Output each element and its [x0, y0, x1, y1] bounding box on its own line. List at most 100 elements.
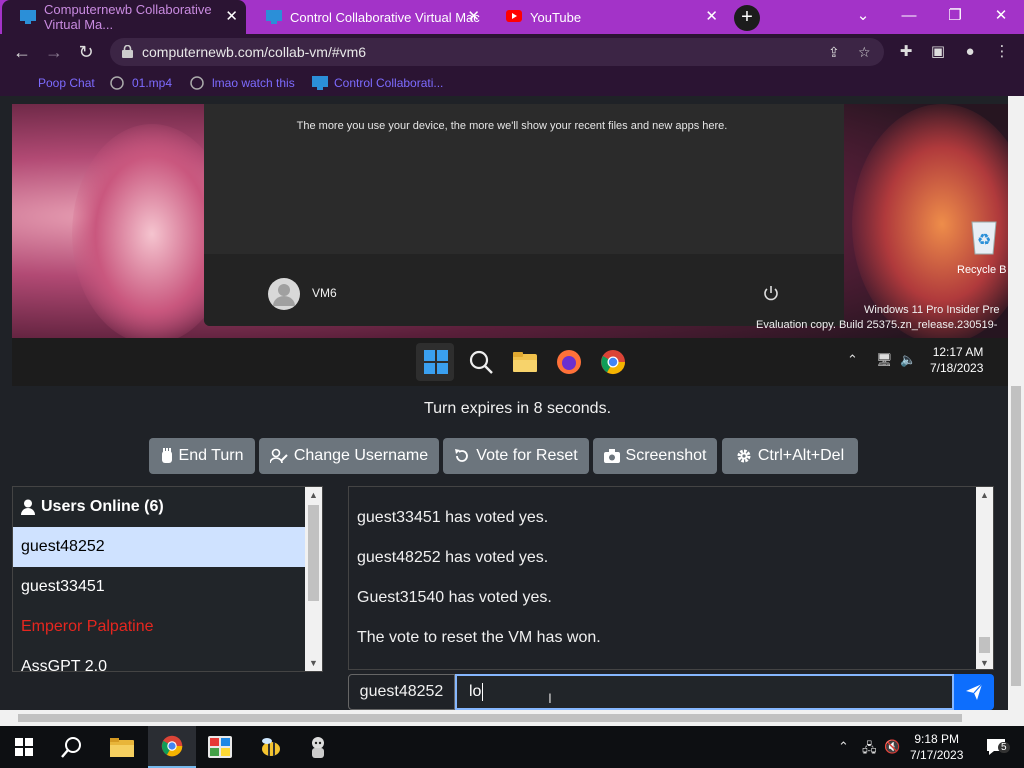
restore-button[interactable]: ❐: [932, 0, 978, 34]
bookmark-item[interactable]: Control Collaborati...: [312, 76, 443, 90]
bookmark-star-icon[interactable]: ☆: [858, 44, 871, 61]
collabvm-favicon-icon: [20, 10, 36, 24]
vm-clock[interactable]: 12:17 AM 7/18/2023: [930, 344, 983, 376]
ctrl-alt-del-button[interactable]: Ctrl+Alt+Del: [722, 438, 858, 474]
network-icon[interactable]: 🖥: [876, 352, 893, 368]
windows-watermark: Evaluation copy. Build 25375.zn_release.…: [756, 319, 998, 331]
recycle-bin-icon[interactable]: ♻: [966, 216, 1002, 256]
new-tab-button[interactable]: +: [734, 5, 760, 31]
tab-youtube[interactable]: YouTube ✕: [488, 0, 726, 34]
hand-icon: [161, 448, 172, 463]
file-explorer-icon[interactable]: [511, 348, 539, 376]
send-message-button[interactable]: [954, 674, 994, 710]
profile-icon[interactable]: ●: [960, 42, 980, 62]
chat-message: guest33451 has voted yes.: [357, 509, 549, 526]
forward-arrow-icon[interactable]: →: [42, 40, 66, 64]
user-list-item[interactable]: Emperor Palpatine: [13, 607, 307, 647]
close-window-button[interactable]: ✕: [978, 0, 1024, 34]
bookmark-item[interactable]: 01.mp4: [110, 76, 172, 90]
taskbar-file-explorer[interactable]: [98, 726, 146, 768]
volume-muted-icon[interactable]: 🔇: [884, 739, 900, 755]
taskbar-search-button[interactable]: [48, 726, 96, 768]
chat-message-input[interactable]: lo: [455, 674, 954, 710]
users-online-header: Users Online (6): [13, 487, 307, 527]
page-scrollbar-horizontal[interactable]: [0, 710, 1024, 726]
tab-collabvm[interactable]: Computernewb Collaborative Virtual Ma...…: [2, 0, 246, 34]
search-icon: [61, 737, 81, 758]
globe-icon: [110, 76, 124, 90]
chevron-up-icon[interactable]: ⌃: [838, 739, 849, 755]
scrollbar-thumb[interactable]: [1011, 386, 1021, 686]
svg-text:♻: ♻: [977, 232, 991, 249]
avatar[interactable]: [268, 278, 300, 310]
tab-close-icon[interactable]: ✕: [225, 9, 238, 24]
scrollbar-thumb[interactable]: [18, 714, 962, 722]
tab-close-icon[interactable]: ✕: [467, 9, 480, 24]
monitor-favicon-icon: [266, 10, 282, 24]
chat-message: guest48252 has voted yes.: [357, 549, 549, 566]
browser-tab-strip: Computernewb Collaborative Virtual Ma...…: [0, 0, 1024, 34]
windows-logo-icon[interactable]: [422, 348, 450, 376]
tab-title: Control Collaborative Virtual Mac: [290, 9, 480, 25]
user-list-item[interactable]: AssGPT 2.0: [13, 647, 307, 671]
lock-icon: [122, 45, 133, 58]
chat-log: guest33451 has voted yes. guest48252 has…: [348, 486, 994, 670]
screenshot-button[interactable]: Screenshot: [593, 438, 717, 474]
user-list-item[interactable]: guest48252: [13, 527, 307, 567]
end-turn-button[interactable]: End Turn: [149, 438, 255, 474]
bee-icon: [262, 738, 280, 756]
change-username-button[interactable]: Change Username: [259, 438, 439, 474]
taskbar-chrome[interactable]: [148, 726, 196, 768]
firefox-icon[interactable]: [555, 348, 583, 376]
share-icon[interactable]: ⇪: [828, 44, 840, 61]
volume-icon[interactable]: 🔈: [900, 352, 916, 368]
scrollbar-thumb[interactable]: [979, 637, 990, 653]
scroll-up-arrow-icon[interactable]: ▲: [976, 487, 993, 503]
chat-username-label: guest48252: [348, 674, 455, 710]
taskbar-character-app[interactable]: [294, 726, 342, 768]
bookmark-item[interactable]: lmao watch this: [190, 76, 295, 90]
host-clock[interactable]: 9:18 PM 7/17/2023: [910, 731, 963, 763]
undo-arrow-icon: [455, 449, 469, 462]
start-menu-footer: VM6: [204, 254, 844, 326]
turn-timer-text: Turn expires in 8 seconds.: [423, 400, 612, 417]
users-scrollbar[interactable]: ▲ ▼: [305, 487, 322, 671]
start-menu-recent-message: The more you use your device, the more w…: [296, 120, 728, 132]
tab-search-chevron-icon[interactable]: ⌄: [840, 0, 886, 34]
url-bar[interactable]: computernewb.com/collab-vm/#vm6 ⇪ ☆: [110, 38, 884, 66]
tab-control-collab[interactable]: Control Collaborative Virtual Mac ✕: [248, 0, 488, 34]
scroll-up-arrow-icon[interactable]: ▲: [305, 487, 322, 503]
taskbar-bee-app[interactable]: [246, 726, 294, 768]
reload-icon[interactable]: ↻: [74, 40, 98, 64]
scroll-down-arrow-icon[interactable]: ▼: [976, 655, 993, 669]
power-icon[interactable]: [762, 284, 780, 302]
vm-user-name[interactable]: VM6: [312, 286, 337, 300]
address-toolbar: ← → ↻ computernewb.com/collab-vm/#vm6 ⇪ …: [0, 34, 1024, 70]
url-text: computernewb.com/collab-vm/#vm6: [142, 44, 367, 60]
windows-logo-icon: [15, 738, 33, 756]
menu-kebab-icon[interactable]: ⋮: [992, 42, 1012, 62]
user-list-item[interactable]: guest33451: [13, 567, 307, 607]
scroll-down-arrow-icon[interactable]: ▼: [305, 655, 322, 671]
network-icon[interactable]: 🖧: [862, 739, 877, 761]
back-arrow-icon[interactable]: ←: [10, 40, 34, 64]
chat-message: The vote to reset the VM has won.: [357, 629, 601, 646]
recycle-bin-label: Recycle B: [957, 264, 1007, 276]
scrollbar-thumb[interactable]: [308, 505, 319, 601]
taskbar-app-grid[interactable]: [196, 726, 244, 768]
side-panel-icon[interactable]: ▣: [928, 42, 948, 62]
vote-reset-button[interactable]: Vote for Reset: [443, 438, 589, 474]
chat-scrollbar[interactable]: ▲ ▼: [976, 487, 993, 669]
collabvm-page: The more you use your device, the more w…: [0, 96, 1008, 710]
page-scrollbar-vertical[interactable]: [1008, 96, 1024, 710]
bookmark-item[interactable]: Poop Chat: [38, 76, 95, 90]
notification-center-button[interactable]: 5: [976, 726, 1016, 768]
chevron-up-icon[interactable]: ⌃: [847, 352, 858, 368]
minimize-button[interactable]: —: [886, 0, 932, 34]
windows-start-button[interactable]: [0, 726, 48, 768]
extensions-puzzle-icon[interactable]: ✚: [896, 42, 916, 62]
chrome-icon[interactable]: [599, 348, 627, 376]
vm-taskbar: ⌃ 🖥 🔈 12:17 AM 7/18/2023: [12, 338, 1008, 386]
search-icon[interactable]: [467, 348, 495, 376]
tab-close-icon[interactable]: ✕: [705, 9, 718, 24]
